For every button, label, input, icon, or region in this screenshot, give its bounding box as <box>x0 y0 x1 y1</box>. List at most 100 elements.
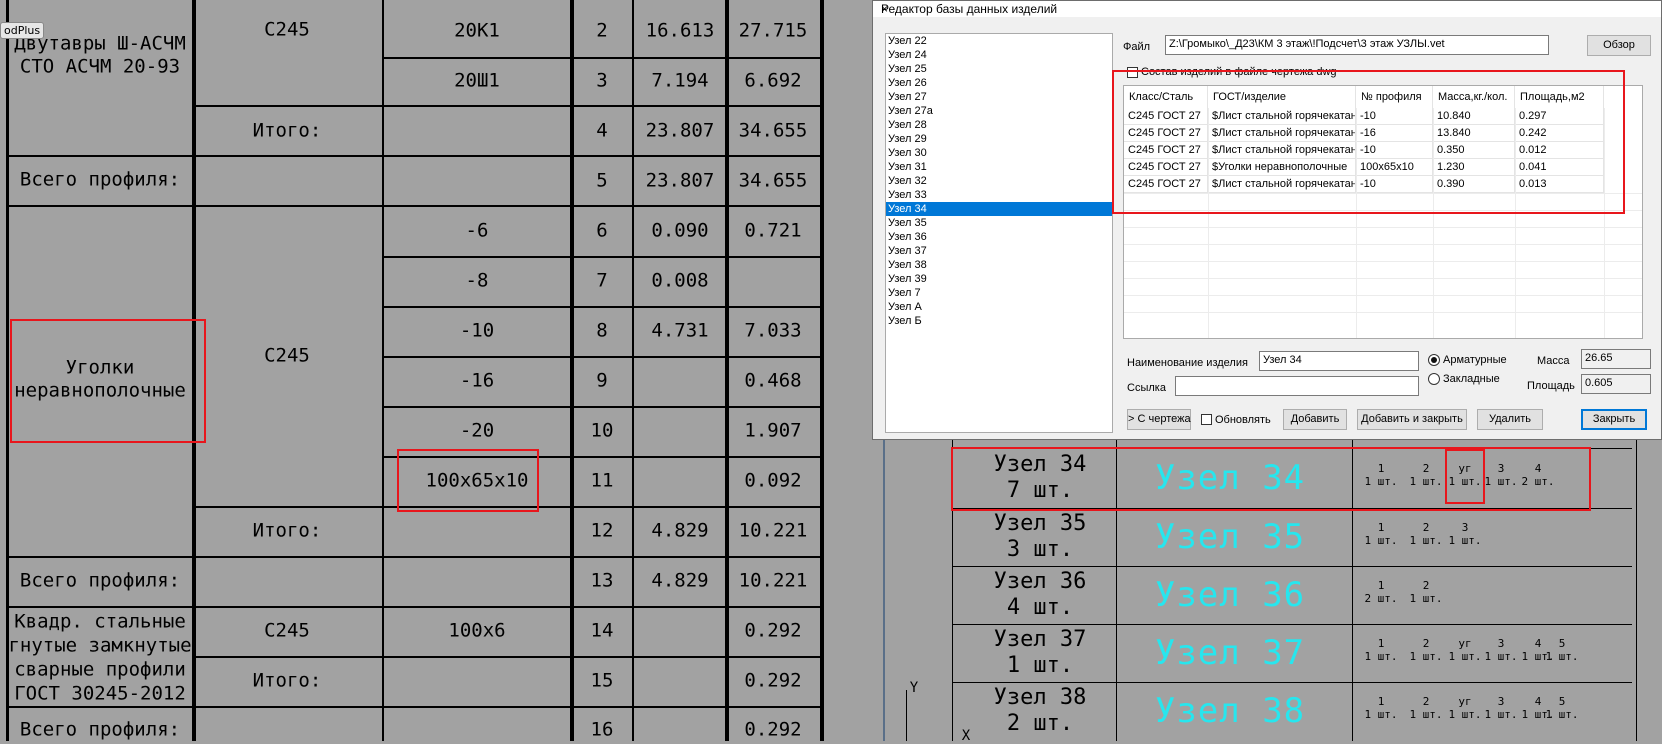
part-qty: 1 шт. <box>1448 708 1482 721</box>
subtotal-label: Итого: <box>252 119 322 142</box>
cell-mass: 16.613 <box>645 19 715 42</box>
list-item[interactable]: Узел 30 <box>886 146 1112 160</box>
cell-profile: 100x6 <box>448 619 506 642</box>
list-item[interactable]: Узел 26 <box>886 76 1112 90</box>
list-item[interactable]: Узел 7 <box>886 286 1112 300</box>
part-mark: 3 <box>1497 637 1505 650</box>
part-mark: 2 <box>1422 695 1430 708</box>
cell-area: 0.292 <box>744 619 802 642</box>
cell-area: 0.292 <box>744 669 802 692</box>
list-item[interactable]: Узел 27а <box>886 104 1112 118</box>
grid-line <box>1124 295 1642 296</box>
list-item[interactable]: Узел 36 <box>886 230 1112 244</box>
file-path-field[interactable]: Z:\Громыко\_Д23\КМ 3 этаж\!Подсчет\3 эта… <box>1165 35 1549 55</box>
cell-profile: -8 <box>465 269 489 292</box>
list-item[interactable]: Узел 27 <box>886 90 1112 104</box>
list-item[interactable]: Узел 33 <box>886 188 1112 202</box>
cell-mass: 23.807 <box>645 119 715 142</box>
close-button[interactable]: Закрыть <box>1581 409 1647 430</box>
table-border <box>570 0 574 741</box>
mass-field[interactable]: 26.65 <box>1581 349 1651 369</box>
item-name-field[interactable]: Узел 34 <box>1259 351 1419 371</box>
cell-n: 13 <box>590 569 614 592</box>
cell-area: 27.715 <box>738 19 808 42</box>
profile-group-name: гнутые замкнутые <box>8 634 192 657</box>
radio-armature-label: Арматурные <box>1443 354 1507 366</box>
list-item[interactable]: Узел 24 <box>886 48 1112 62</box>
add-button[interactable]: Добавить <box>1283 409 1347 430</box>
delete-button[interactable]: Удалить <box>1477 409 1543 430</box>
cell-area: 0.468 <box>744 369 802 392</box>
part-qty: 1 шт. <box>1364 708 1398 721</box>
part-mark: 3 <box>1497 695 1505 708</box>
dialog-titlebar[interactable]: Редактор базы данных изделий × <box>873 1 1661 17</box>
steel-class: С245 <box>264 18 310 41</box>
update-label: Обновлять <box>1215 414 1271 426</box>
list-item[interactable]: Узел 34 <box>886 202 1112 216</box>
profile-group-name: СТО АСЧМ 20-93 <box>19 55 181 78</box>
cell-n: 16 <box>590 718 614 741</box>
cell-mass: 23.807 <box>645 169 715 192</box>
node-cyan-title: Узел 37 <box>1154 633 1306 673</box>
close-icon[interactable]: × <box>881 2 1653 16</box>
part-mark: 5 <box>1558 637 1566 650</box>
file-label: Файл <box>1123 41 1151 53</box>
cell-area: 34.655 <box>738 119 808 142</box>
list-item[interactable]: Узел 29 <box>886 132 1112 146</box>
node-row-line <box>952 566 1632 567</box>
part-mark: 1 <box>1377 637 1385 650</box>
area-field[interactable]: 0.605 <box>1581 374 1651 394</box>
cell-area: 1.907 <box>744 419 802 442</box>
update-checkbox[interactable] <box>1201 414 1212 425</box>
browse-button[interactable]: Обзор <box>1587 35 1651 56</box>
add-and-close-button[interactable]: Добавить и закрыть <box>1357 409 1467 430</box>
from-drawing-button[interactable]: > С чертежа <box>1127 409 1191 430</box>
list-item[interactable]: Узел 35 <box>886 216 1112 230</box>
cell-area: 10.221 <box>738 519 808 542</box>
part-qty: 1 шт. <box>1448 534 1482 547</box>
highlight-box <box>397 449 539 512</box>
grid-line <box>1124 278 1642 279</box>
list-item[interactable]: Узел 39 <box>886 272 1112 286</box>
part-qty: 1 шт. <box>1484 708 1518 721</box>
list-item[interactable]: Узел 28 <box>886 118 1112 132</box>
list-item[interactable]: Узел 22 <box>886 34 1112 48</box>
radio-embedded[interactable] <box>1428 373 1440 385</box>
part-mark: 2 <box>1422 521 1430 534</box>
table-border <box>6 0 9 741</box>
row-line <box>382 356 822 358</box>
part-mark: 1 <box>1377 521 1385 534</box>
cell-profile: -10 <box>459 319 495 342</box>
list-item[interactable]: Узел 37 <box>886 244 1112 258</box>
node-listbox[interactable]: Узел 22 Узел 24 Узел 25 Узел 26 Узел 27 Узел … <box>885 33 1113 433</box>
list-item[interactable]: Узел А <box>886 300 1112 314</box>
product-db-editor-dialog: Редактор базы данных изделий × Узел 22 Уз… <box>872 0 1662 440</box>
cell-area: 0.292 <box>744 718 802 741</box>
cell-mass: 0.008 <box>651 269 709 292</box>
part-mark: 3 <box>1461 521 1469 534</box>
cell-area: 10.221 <box>738 569 808 592</box>
list-item[interactable]: Узел 31 <box>886 160 1112 174</box>
row-line <box>382 306 822 308</box>
cell-n: 8 <box>596 319 608 342</box>
list-item[interactable]: Узел Б <box>886 314 1112 328</box>
cell-n: 10 <box>590 419 614 442</box>
part-mark: 2 <box>1422 637 1430 650</box>
radio-armature[interactable] <box>1428 354 1440 366</box>
part-mark: 5 <box>1558 695 1566 708</box>
total-profile-label: Всего профиля: <box>19 168 181 191</box>
cell-mass: 0.090 <box>651 219 709 242</box>
part-mark: 1 <box>1377 579 1385 592</box>
cell-mass: 7.194 <box>651 69 709 92</box>
list-item[interactable]: Узел 32 <box>886 174 1112 188</box>
part-mark: 4 <box>1534 695 1542 708</box>
table-border <box>725 0 729 741</box>
row-line <box>6 155 822 157</box>
link-field[interactable] <box>1175 376 1419 396</box>
ucs-y-label: Y <box>909 680 919 696</box>
cell-n: 12 <box>590 519 614 542</box>
node-cyan-title: Узел 36 <box>1154 575 1306 615</box>
list-item[interactable]: Узел 38 <box>886 258 1112 272</box>
area-label: Площадь <box>1527 380 1575 392</box>
list-item[interactable]: Узел 25 <box>886 62 1112 76</box>
